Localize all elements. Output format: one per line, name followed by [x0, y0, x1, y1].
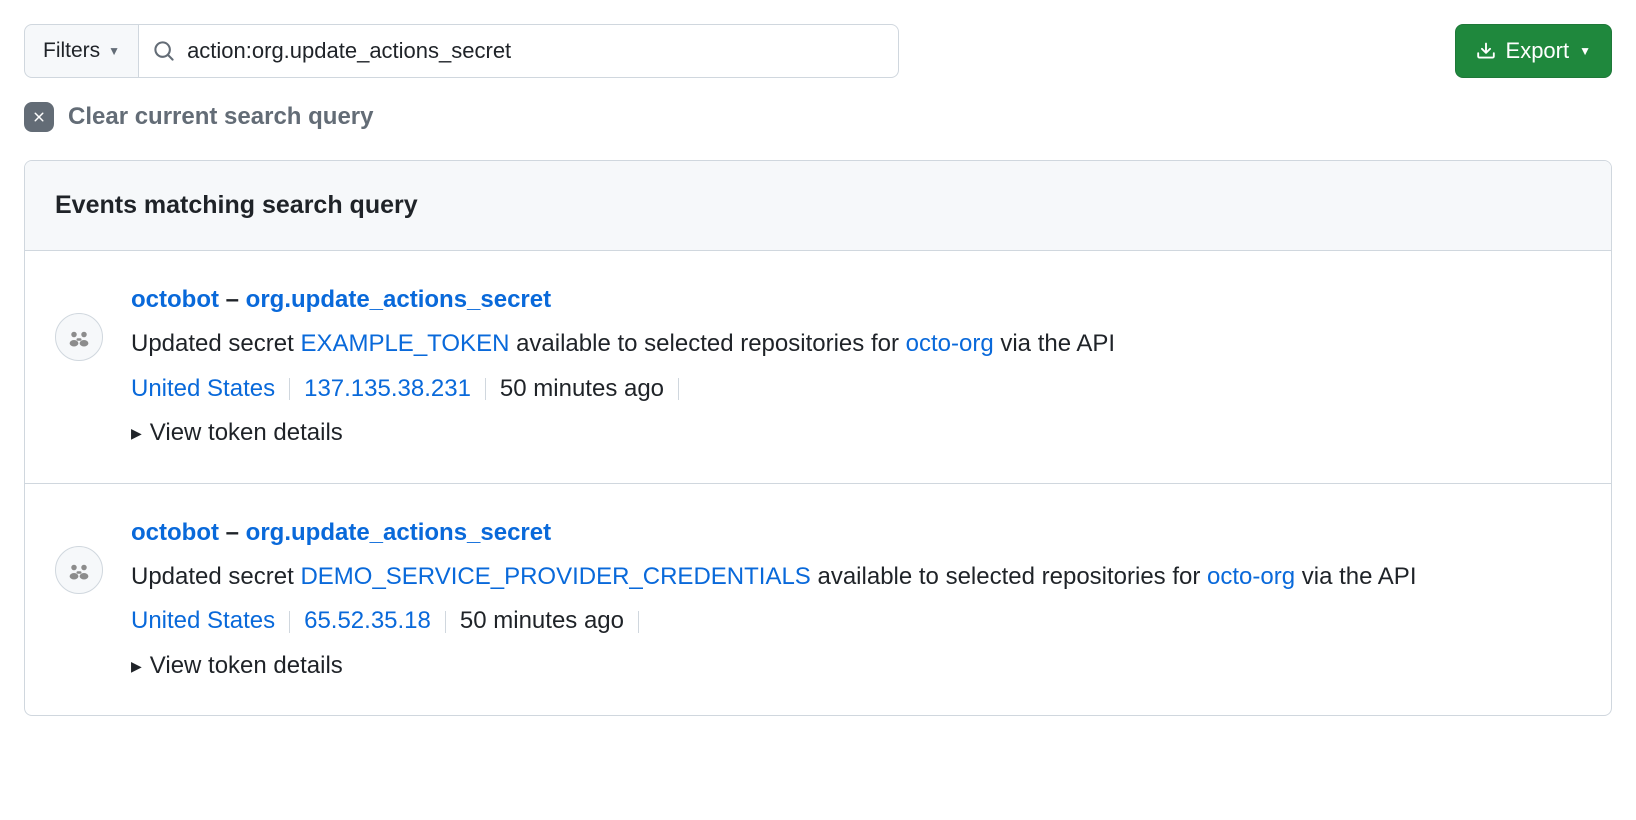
caret-down-icon: ▼ [108, 44, 120, 58]
secret-link[interactable]: EXAMPLE_TOKEN [300, 330, 509, 357]
desc-prefix: Updated secret [131, 330, 300, 357]
search-icon [153, 40, 175, 62]
actor-link[interactable]: octobot [131, 286, 219, 313]
view-token-details-toggle[interactable]: ▶ View token details [131, 647, 1581, 685]
clear-search-row[interactable]: Clear current search query [24, 102, 1612, 132]
search-input[interactable] [175, 38, 884, 64]
meta-separator [289, 378, 290, 400]
filters-label: Filters [43, 39, 100, 63]
actor-link[interactable]: octobot [131, 519, 219, 546]
caret-down-icon: ▼ [1579, 44, 1591, 58]
download-icon [1476, 41, 1496, 61]
clear-search-label: Clear current search query [68, 103, 373, 131]
location-link[interactable]: United States [131, 370, 275, 408]
view-token-details-label: View token details [150, 414, 343, 452]
meta-separator [445, 611, 446, 633]
bot-avatar-icon [64, 555, 94, 585]
toolbar: Filters ▼ Export ▼ [24, 24, 1612, 78]
bot-avatar-icon [64, 322, 94, 352]
event-time: 50 minutes ago [460, 602, 624, 640]
event-time: 50 minutes ago [500, 370, 664, 408]
action-link[interactable]: org.update_actions_secret [246, 519, 551, 546]
event-row: octobot – org.update_actions_secret Upda… [25, 484, 1611, 716]
action-link[interactable]: org.update_actions_secret [246, 286, 551, 313]
triangle-right-icon: ▶ [131, 422, 142, 444]
meta-separator [638, 611, 639, 633]
ip-link[interactable]: 137.135.38.231 [304, 370, 471, 408]
event-row: octobot – org.update_actions_secret Upda… [25, 251, 1611, 484]
export-label: Export [1506, 38, 1570, 64]
event-description: Updated secret EXAMPLE_TOKEN available t… [131, 325, 1581, 363]
desc-mid: available to selected repositories for [811, 563, 1207, 590]
filters-button[interactable]: Filters ▼ [24, 24, 139, 78]
org-link[interactable]: octo-org [1207, 563, 1295, 590]
desc-suffix: via the API [994, 330, 1115, 357]
search-field-wrap[interactable] [139, 24, 899, 78]
view-token-details-label: View token details [150, 647, 343, 685]
event-title: octobot – org.update_actions_secret [131, 281, 1581, 319]
panel-header: Events matching search query [25, 161, 1611, 251]
location-link[interactable]: United States [131, 602, 275, 640]
event-body: octobot – org.update_actions_secret Upda… [131, 281, 1581, 453]
close-icon[interactable] [24, 102, 54, 132]
org-link[interactable]: octo-org [906, 330, 994, 357]
events-panel: Events matching search query octobot – o… [24, 160, 1612, 716]
title-dash: – [219, 519, 246, 546]
meta-separator [485, 378, 486, 400]
meta-separator [678, 378, 679, 400]
event-meta: United States 137.135.38.231 50 minutes … [131, 370, 1581, 408]
meta-separator [289, 611, 290, 633]
view-token-details-toggle[interactable]: ▶ View token details [131, 414, 1581, 452]
event-title: octobot – org.update_actions_secret [131, 514, 1581, 552]
desc-prefix: Updated secret [131, 563, 300, 590]
avatar[interactable] [55, 546, 103, 594]
event-body: octobot – org.update_actions_secret Upda… [131, 514, 1581, 686]
secret-link[interactable]: DEMO_SERVICE_PROVIDER_CREDENTIALS [300, 563, 810, 590]
event-description: Updated secret DEMO_SERVICE_PROVIDER_CRE… [131, 558, 1581, 596]
title-dash: – [219, 286, 246, 313]
ip-link[interactable]: 65.52.35.18 [304, 602, 431, 640]
triangle-right-icon: ▶ [131, 655, 142, 677]
export-button[interactable]: Export ▼ [1455, 24, 1612, 78]
panel-title: Events matching search query [55, 191, 1581, 220]
avatar[interactable] [55, 313, 103, 361]
desc-suffix: via the API [1295, 563, 1416, 590]
desc-mid: available to selected repositories for [509, 330, 905, 357]
event-meta: United States 65.52.35.18 50 minutes ago [131, 602, 1581, 640]
